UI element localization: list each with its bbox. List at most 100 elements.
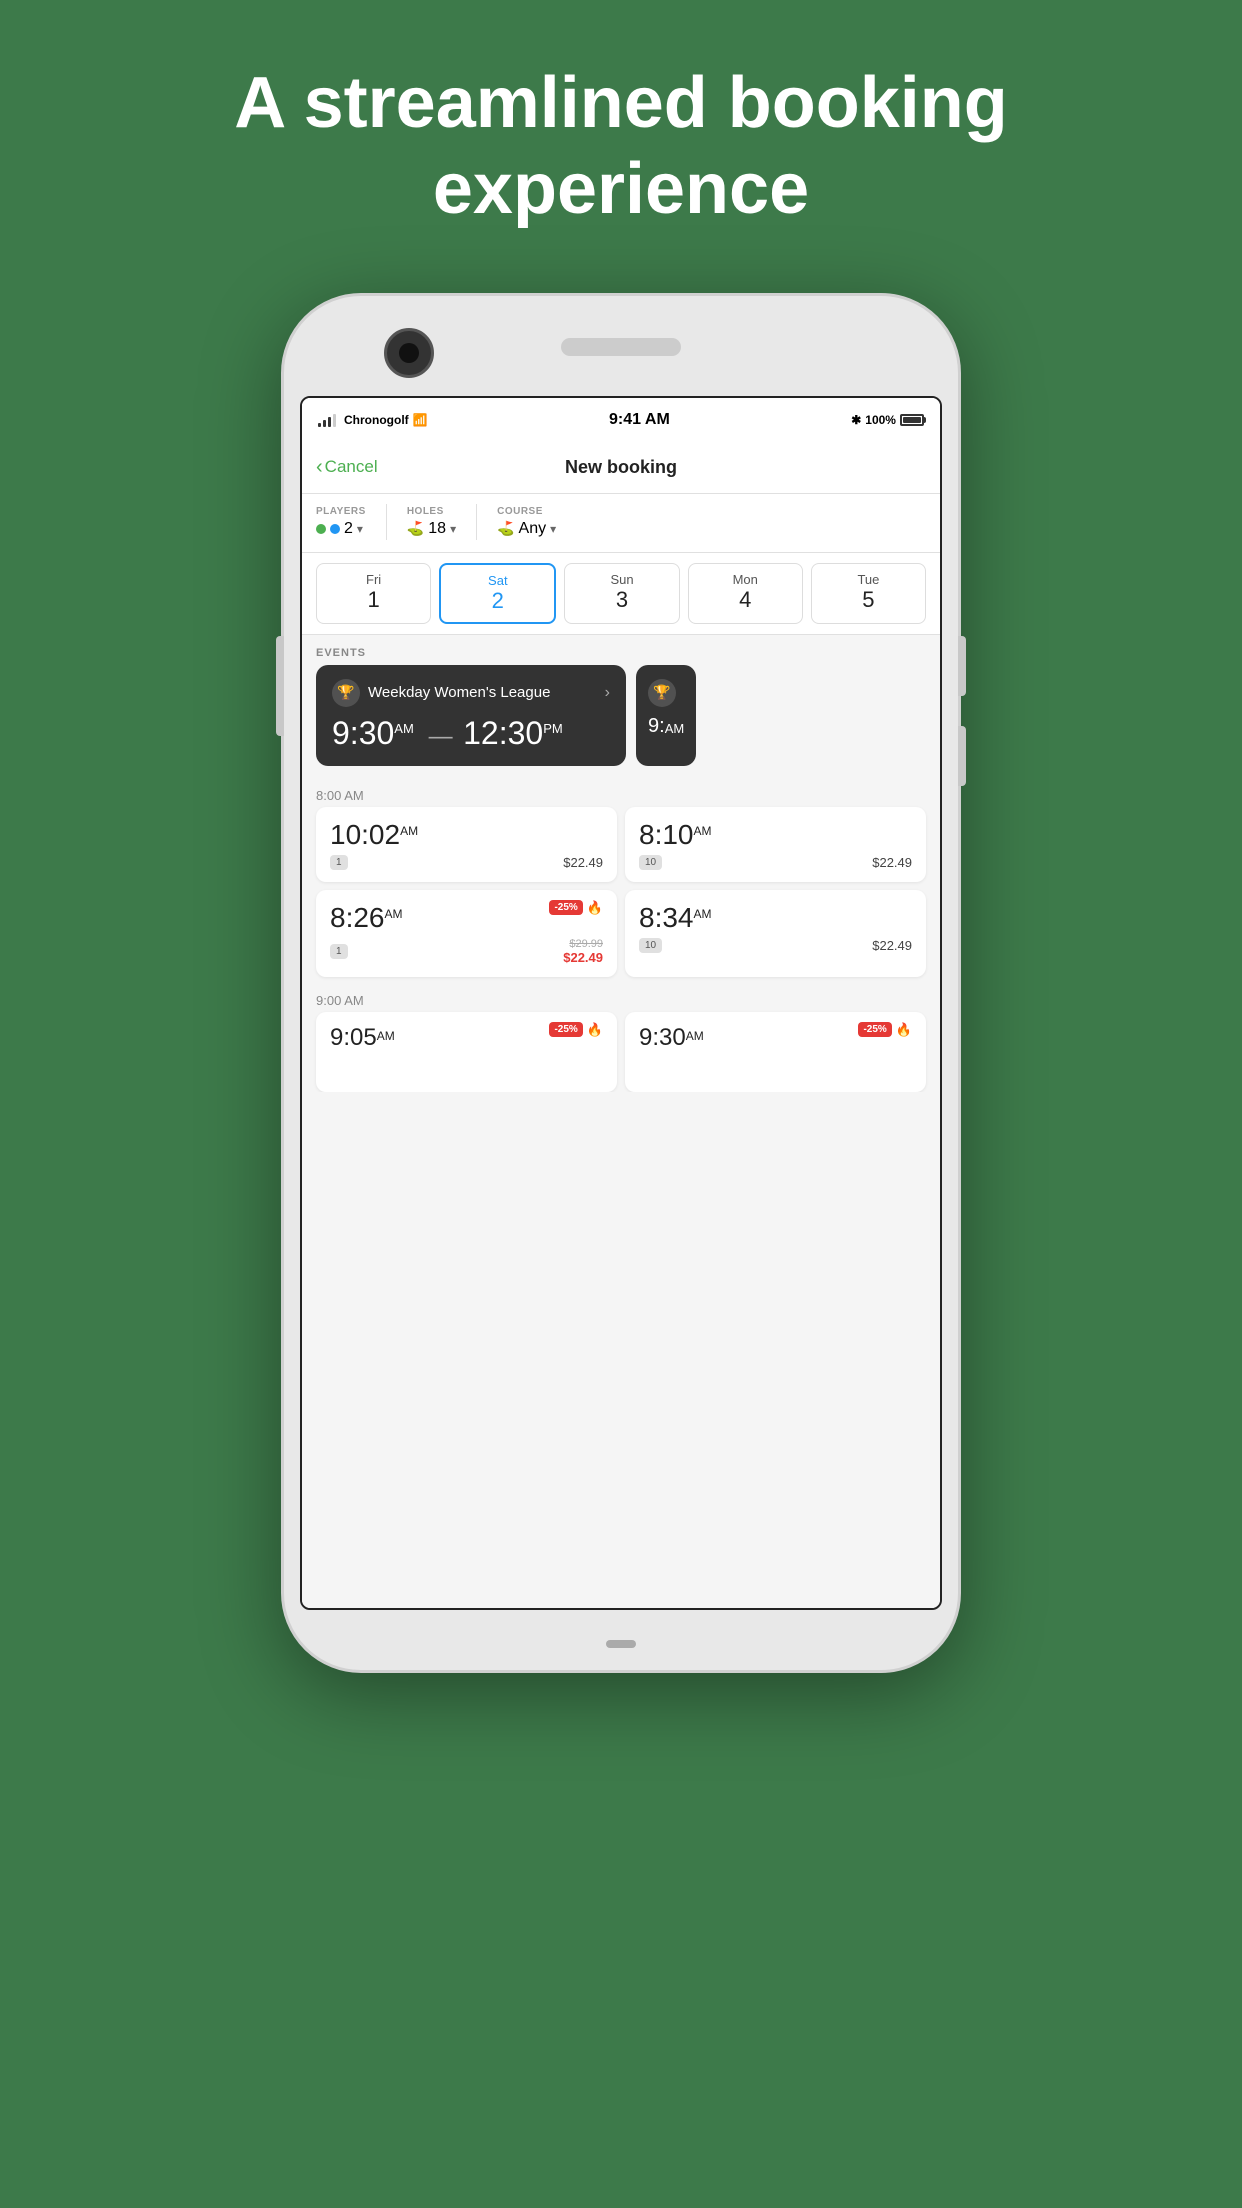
- date-num-sun: 3: [569, 587, 674, 613]
- events-section-header: EVENTS: [302, 635, 940, 665]
- players-value-row: 2 ▾: [316, 520, 366, 538]
- course-pin-icon: ⛳: [497, 520, 514, 537]
- cancel-label: Cancel: [325, 457, 378, 477]
- slot-price-col-826: $29.99 $22.49: [563, 938, 603, 965]
- signal-bar-2: [323, 420, 326, 427]
- filters-row: PLAYERS 2 ▾ HOLES ⛳ 18: [302, 494, 940, 553]
- slot-discount-930: -25% 🔥: [858, 1022, 912, 1038]
- nav-bar: ‹ Cancel New booking: [302, 442, 940, 494]
- page-title: New booking: [565, 457, 677, 478]
- wifi-icon: 📶: [413, 413, 428, 427]
- slot-834am[interactable]: 8:34AM 10 $22.49: [625, 890, 926, 977]
- event-card-1[interactable]: 🏆 Weekday Women's League › 9:30AM —: [316, 665, 626, 766]
- content-area: EVENTS 🏆 Weekday Women's League ›: [302, 635, 940, 1092]
- holes-label: HOLES: [407, 506, 456, 517]
- event-end-time: 12:30PM: [463, 715, 563, 751]
- discounted-price-826: $22.49: [563, 950, 603, 965]
- date-num-sat: 2: [445, 588, 550, 614]
- players-chevron-icon: ▾: [357, 522, 363, 536]
- date-day-tue: Tue: [816, 572, 921, 587]
- date-sun-3[interactable]: Sun 3: [564, 563, 679, 624]
- battery-percent: 100%: [865, 413, 896, 427]
- slot-discount-905: -25% 🔥: [549, 1022, 603, 1038]
- date-mon-4[interactable]: Mon 4: [688, 563, 803, 624]
- event-title-row-1: 🏆 Weekday Women's League: [332, 679, 550, 707]
- slot-badge-834: 10: [639, 938, 662, 953]
- date-num-mon: 4: [693, 587, 798, 613]
- players-label: PLAYERS: [316, 506, 366, 517]
- slot-price-1002: $22.49: [563, 855, 603, 870]
- slot-826am[interactable]: -25% 🔥 8:26AM 1 $29.99 $22.49: [316, 890, 617, 977]
- date-selector: Fri 1 Sat 2 Sun 3 Mon 4: [302, 553, 940, 635]
- player-dot-2: [330, 524, 340, 534]
- signal-bars: [318, 413, 336, 427]
- filter-divider-1: [386, 504, 387, 540]
- event-header-1: 🏆 Weekday Women's League ›: [332, 679, 610, 707]
- carrier-name: Chronogolf: [344, 413, 409, 427]
- events-scroll: 🏆 Weekday Women's League › 9:30AM —: [302, 665, 940, 780]
- event-time-dash: —: [429, 723, 453, 750]
- players-count: 2: [344, 520, 353, 538]
- discount-badge-826: -25%: [549, 900, 582, 915]
- time-group-8am: 8:00 AM: [302, 780, 940, 807]
- slot-footer-826: 1 $29.99 $22.49: [330, 938, 603, 965]
- battery-indicator: [900, 414, 924, 426]
- fire-icon-826: 🔥: [587, 900, 603, 916]
- slots-grid-8am: 10:02AM 1 $22.49 8:10AM: [302, 807, 940, 985]
- original-price-826: $29.99: [563, 938, 603, 950]
- front-camera: [384, 328, 434, 378]
- date-sat-2[interactable]: Sat 2: [439, 563, 556, 624]
- slot-810am[interactable]: 8:10AM 10 $22.49: [625, 807, 926, 882]
- discount-badge-930: -25%: [858, 1022, 891, 1037]
- bluetooth-icon: ✱: [851, 413, 861, 427]
- slot-badge-1002: 1: [330, 855, 348, 870]
- event-arrow-1: ›: [605, 684, 610, 702]
- event-icon-partial: 🏆: [648, 679, 684, 707]
- slot-discount-826: -25% 🔥: [549, 900, 603, 916]
- slot-time-834: 8:34AM: [639, 902, 912, 934]
- cancel-button[interactable]: ‹ Cancel: [316, 456, 378, 479]
- slot-1002am[interactable]: 10:02AM 1 $22.49: [316, 807, 617, 882]
- fire-icon-905: 🔥: [587, 1022, 603, 1038]
- event-card-2-partial[interactable]: 🏆 9:AM: [636, 665, 696, 766]
- slot-badge-826: 1: [330, 944, 348, 959]
- golf-pin-icon: ⛳: [407, 520, 424, 537]
- event-time-1: 9:30AM — 12:30PM: [332, 715, 610, 752]
- date-day-fri: Fri: [321, 572, 426, 587]
- slot-930am[interactable]: -25% 🔥 9:30AM: [625, 1012, 926, 1092]
- discount-badge-905: -25%: [549, 1022, 582, 1037]
- date-tue-5[interactable]: Tue 5: [811, 563, 926, 624]
- players-filter[interactable]: PLAYERS 2 ▾: [316, 506, 366, 538]
- slot-footer-1002: 1 $22.49: [330, 855, 603, 870]
- trophy-icon-1: 🏆: [332, 679, 360, 707]
- event-start-time: 9:30AM: [332, 715, 423, 751]
- date-day-sun: Sun: [569, 572, 674, 587]
- holes-value-row: ⛳ 18 ▾: [407, 520, 456, 538]
- fire-icon-930: 🔥: [896, 1022, 912, 1038]
- holes-count: 18: [428, 520, 446, 538]
- slot-footer-810: 10 $22.49: [639, 855, 912, 870]
- trophy-icon-2: 🏆: [648, 679, 676, 707]
- event-time-partial: 9:AM: [648, 715, 684, 738]
- tagline: A streamlined booking experience: [221, 60, 1021, 233]
- course-value: Any: [519, 520, 547, 538]
- holes-filter[interactable]: HOLES ⛳ 18 ▾: [407, 506, 456, 538]
- slot-time-1002: 10:02AM: [330, 819, 603, 851]
- date-num-tue: 5: [816, 587, 921, 613]
- status-right: ✱ 100%: [851, 413, 924, 427]
- signal-bar-1: [318, 423, 321, 427]
- phone-screen: Chronogolf 📶 9:41 AM ✱ 100%: [300, 396, 942, 1610]
- volume-button-left: [276, 636, 284, 736]
- course-filter[interactable]: COURSE ⛳ Any ▾: [497, 506, 556, 538]
- power-button: [958, 636, 966, 696]
- date-fri-1[interactable]: Fri 1: [316, 563, 431, 624]
- earpiece: [561, 338, 681, 356]
- status-left: Chronogolf 📶: [318, 413, 428, 427]
- phone-body: Chronogolf 📶 9:41 AM ✱ 100%: [281, 293, 961, 1673]
- signal-bar-3: [328, 417, 331, 427]
- player-dot-1: [316, 524, 326, 534]
- course-chevron-icon: ▾: [550, 522, 556, 536]
- slots-grid-9am: -25% 🔥 9:05AM -25% 🔥: [302, 1012, 940, 1092]
- slot-time-810: 8:10AM: [639, 819, 912, 851]
- slot-905am[interactable]: -25% 🔥 9:05AM: [316, 1012, 617, 1092]
